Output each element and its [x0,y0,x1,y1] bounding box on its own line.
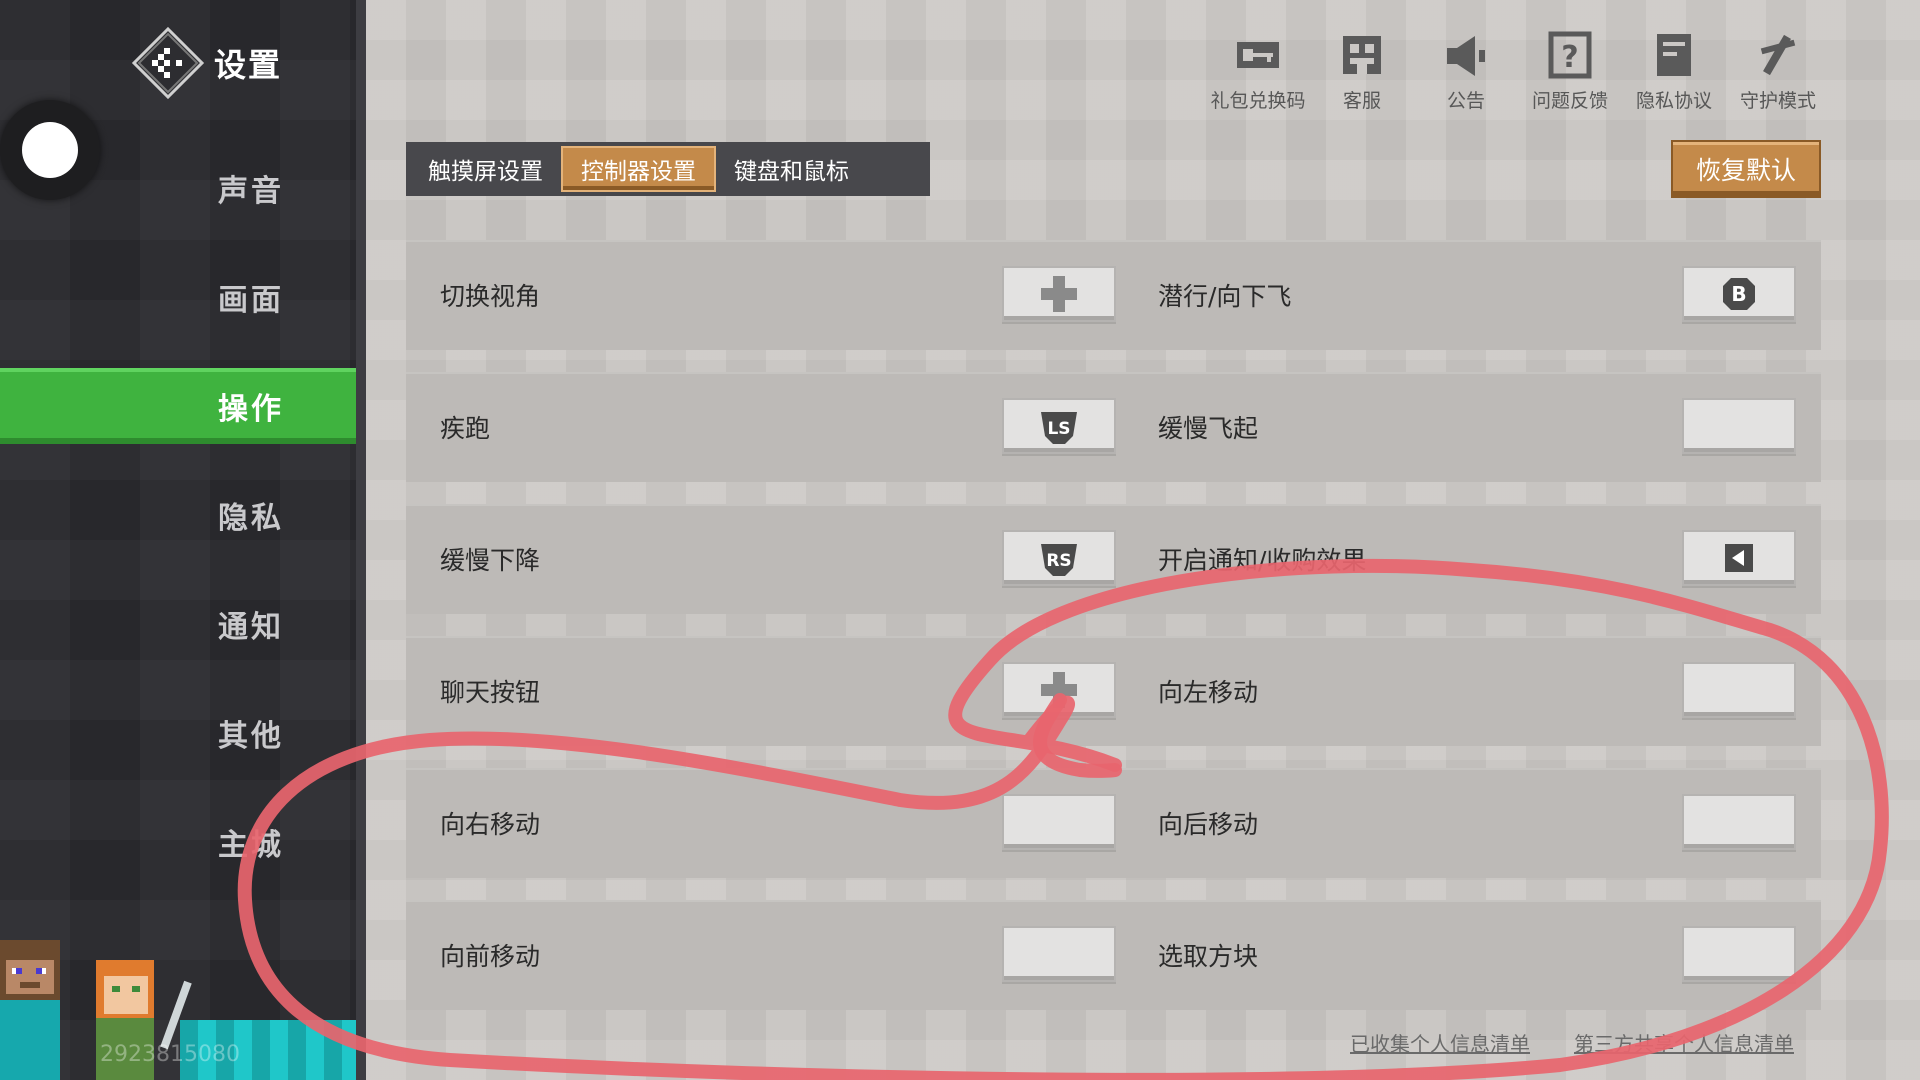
sidebar-item-controls[interactable]: 操作 [0,368,362,444]
sidebar-item-display[interactable]: 画面 [0,259,362,335]
binding-label: 向前移动 [440,942,541,971]
sidebar-item-label: 通知 [218,610,284,645]
sidebar-divider [356,0,366,1080]
binding-row: 向右移动 向后移动 [406,768,1821,878]
binding-label: 开启通知/收购效果 [1158,546,1367,575]
binding-row: 切换视角 潜行/向下飞 B [406,240,1821,350]
sidebar-item-label: 主城 [218,828,284,863]
binding-label: 缓慢飞起 [1158,414,1259,443]
page-title: 设置 [214,46,283,84]
support-icon [1343,36,1381,74]
binding-label: 切换视角 [440,282,541,311]
gift-code-label: 礼包兑换码 [1210,90,1306,112]
main-panel: 礼包兑换码 客服 公告 ? 问题反馈 隐私协议 守护模式 触摸屏设置 控制器设置… [366,0,1920,1080]
binding-label: 选取方块 [1158,942,1259,971]
guard-mode-label: 守护模式 [1739,90,1816,112]
binding-button[interactable] [1002,926,1116,982]
sidebar-item-main-city[interactable]: 主城 [0,804,362,880]
binding-button[interactable]: LS [1002,398,1116,454]
sidebar-item-label: 声音 [218,174,284,209]
binding-button[interactable]: RS [1002,530,1116,586]
feedback-button[interactable]: ? 问题反馈 [1518,30,1622,113]
sidebar-item-label: 其他 [218,719,284,754]
binding-row: 疾跑 LS 缓慢飞起 [406,372,1821,482]
binding-row: 向前移动 选取方块 [406,900,1821,1010]
ls-icon: LS [1041,412,1077,444]
b-button-icon: B [1723,278,1755,310]
back-arrow-icon [131,26,205,100]
binding-button[interactable] [1002,794,1116,850]
document-icon [1657,34,1691,76]
privacy-policy-button[interactable]: 隐私协议 [1622,30,1726,113]
top-toolbar: 礼包兑换码 客服 公告 ? 问题反馈 隐私协议 守护模式 [1206,30,1830,113]
sidebar-item-label: 操作 [218,392,284,427]
rs-icon: RS [1041,544,1077,576]
binding-label: 缓慢下降 [440,546,541,575]
binding-button[interactable] [1682,398,1796,454]
binding-label: 向左移动 [1158,678,1259,707]
third-party-info-link[interactable]: 第三方共享个人信息清单 [1574,1028,1794,1057]
tab-touchscreen[interactable]: 触摸屏设置 [410,146,561,192]
feedback-label: 问题反馈 [1531,90,1608,112]
support-button[interactable]: 客服 [1310,30,1414,113]
binding-label: 向右移动 [440,810,541,839]
svg-text:?: ? [1561,40,1578,75]
binding-button[interactable]: B [1682,266,1796,322]
binding-button[interactable] [1002,266,1116,322]
sidebar-item-other[interactable]: 其他 [0,695,362,771]
tab-bar: 触摸屏设置 控制器设置 键盘和鼠标 [406,142,930,196]
dpad-icon [1041,672,1077,708]
guard-icon [1760,34,1796,76]
restore-default-button[interactable]: 恢复默认 [1671,140,1821,198]
guard-mode-button[interactable]: 守护模式 [1726,30,1830,113]
sidebar-item-label: 画面 [218,283,284,318]
tab-keyboard-mouse[interactable]: 键盘和鼠标 [716,146,867,192]
binding-label: 向后移动 [1158,810,1259,839]
question-icon: ? [1548,31,1592,79]
svg-text:RS: RS [1046,551,1071,571]
key-icon [1237,42,1279,68]
sidebar-item-privacy[interactable]: 隐私 [0,477,362,553]
binding-button[interactable] [1682,926,1796,982]
announcement-button[interactable]: 公告 [1414,30,1518,113]
tab-controller[interactable]: 控制器设置 [561,146,716,192]
binding-button[interactable] [1682,794,1796,850]
gift-code-button[interactable]: 礼包兑换码 [1206,30,1310,113]
binding-label: 潜行/向下飞 [1158,282,1292,311]
back-button[interactable] [130,25,206,101]
user-id: 2923815080 [100,1042,240,1067]
support-label: 客服 [1342,90,1381,112]
dpad-icon [1041,276,1077,312]
sidebar: 设置 声音 画面 操作 隐私 通知 其他 主城 2923815080 [0,0,362,1080]
sidebar-item-sound[interactable]: 声音 [0,150,362,226]
sidebar-header: 设置 [130,24,282,102]
binding-button[interactable] [1002,662,1116,718]
binding-row: 缓慢下降 RS 开启通知/收购效果 [406,504,1821,614]
svg-text:LS: LS [1047,419,1070,439]
svg-text:B: B [1731,282,1746,306]
footer-links: 已收集个人信息清单 第三方共享个人信息清单 [1350,1028,1794,1057]
collected-info-link[interactable]: 已收集个人信息清单 [1350,1028,1530,1057]
binding-button[interactable] [1682,530,1796,586]
binding-label: 疾跑 [440,414,491,443]
privacy-policy-label: 隐私协议 [1635,90,1712,112]
sidebar-item-notifications[interactable]: 通知 [0,586,362,662]
binding-row: 聊天按钮 向左移动 [406,636,1821,746]
binding-label: 聊天按钮 [440,678,541,707]
sidebar-item-label: 隐私 [218,501,284,536]
dpad-left-icon [1725,544,1753,572]
megaphone-icon [1447,36,1485,76]
announcement-label: 公告 [1446,90,1485,112]
binding-button[interactable] [1682,662,1796,718]
